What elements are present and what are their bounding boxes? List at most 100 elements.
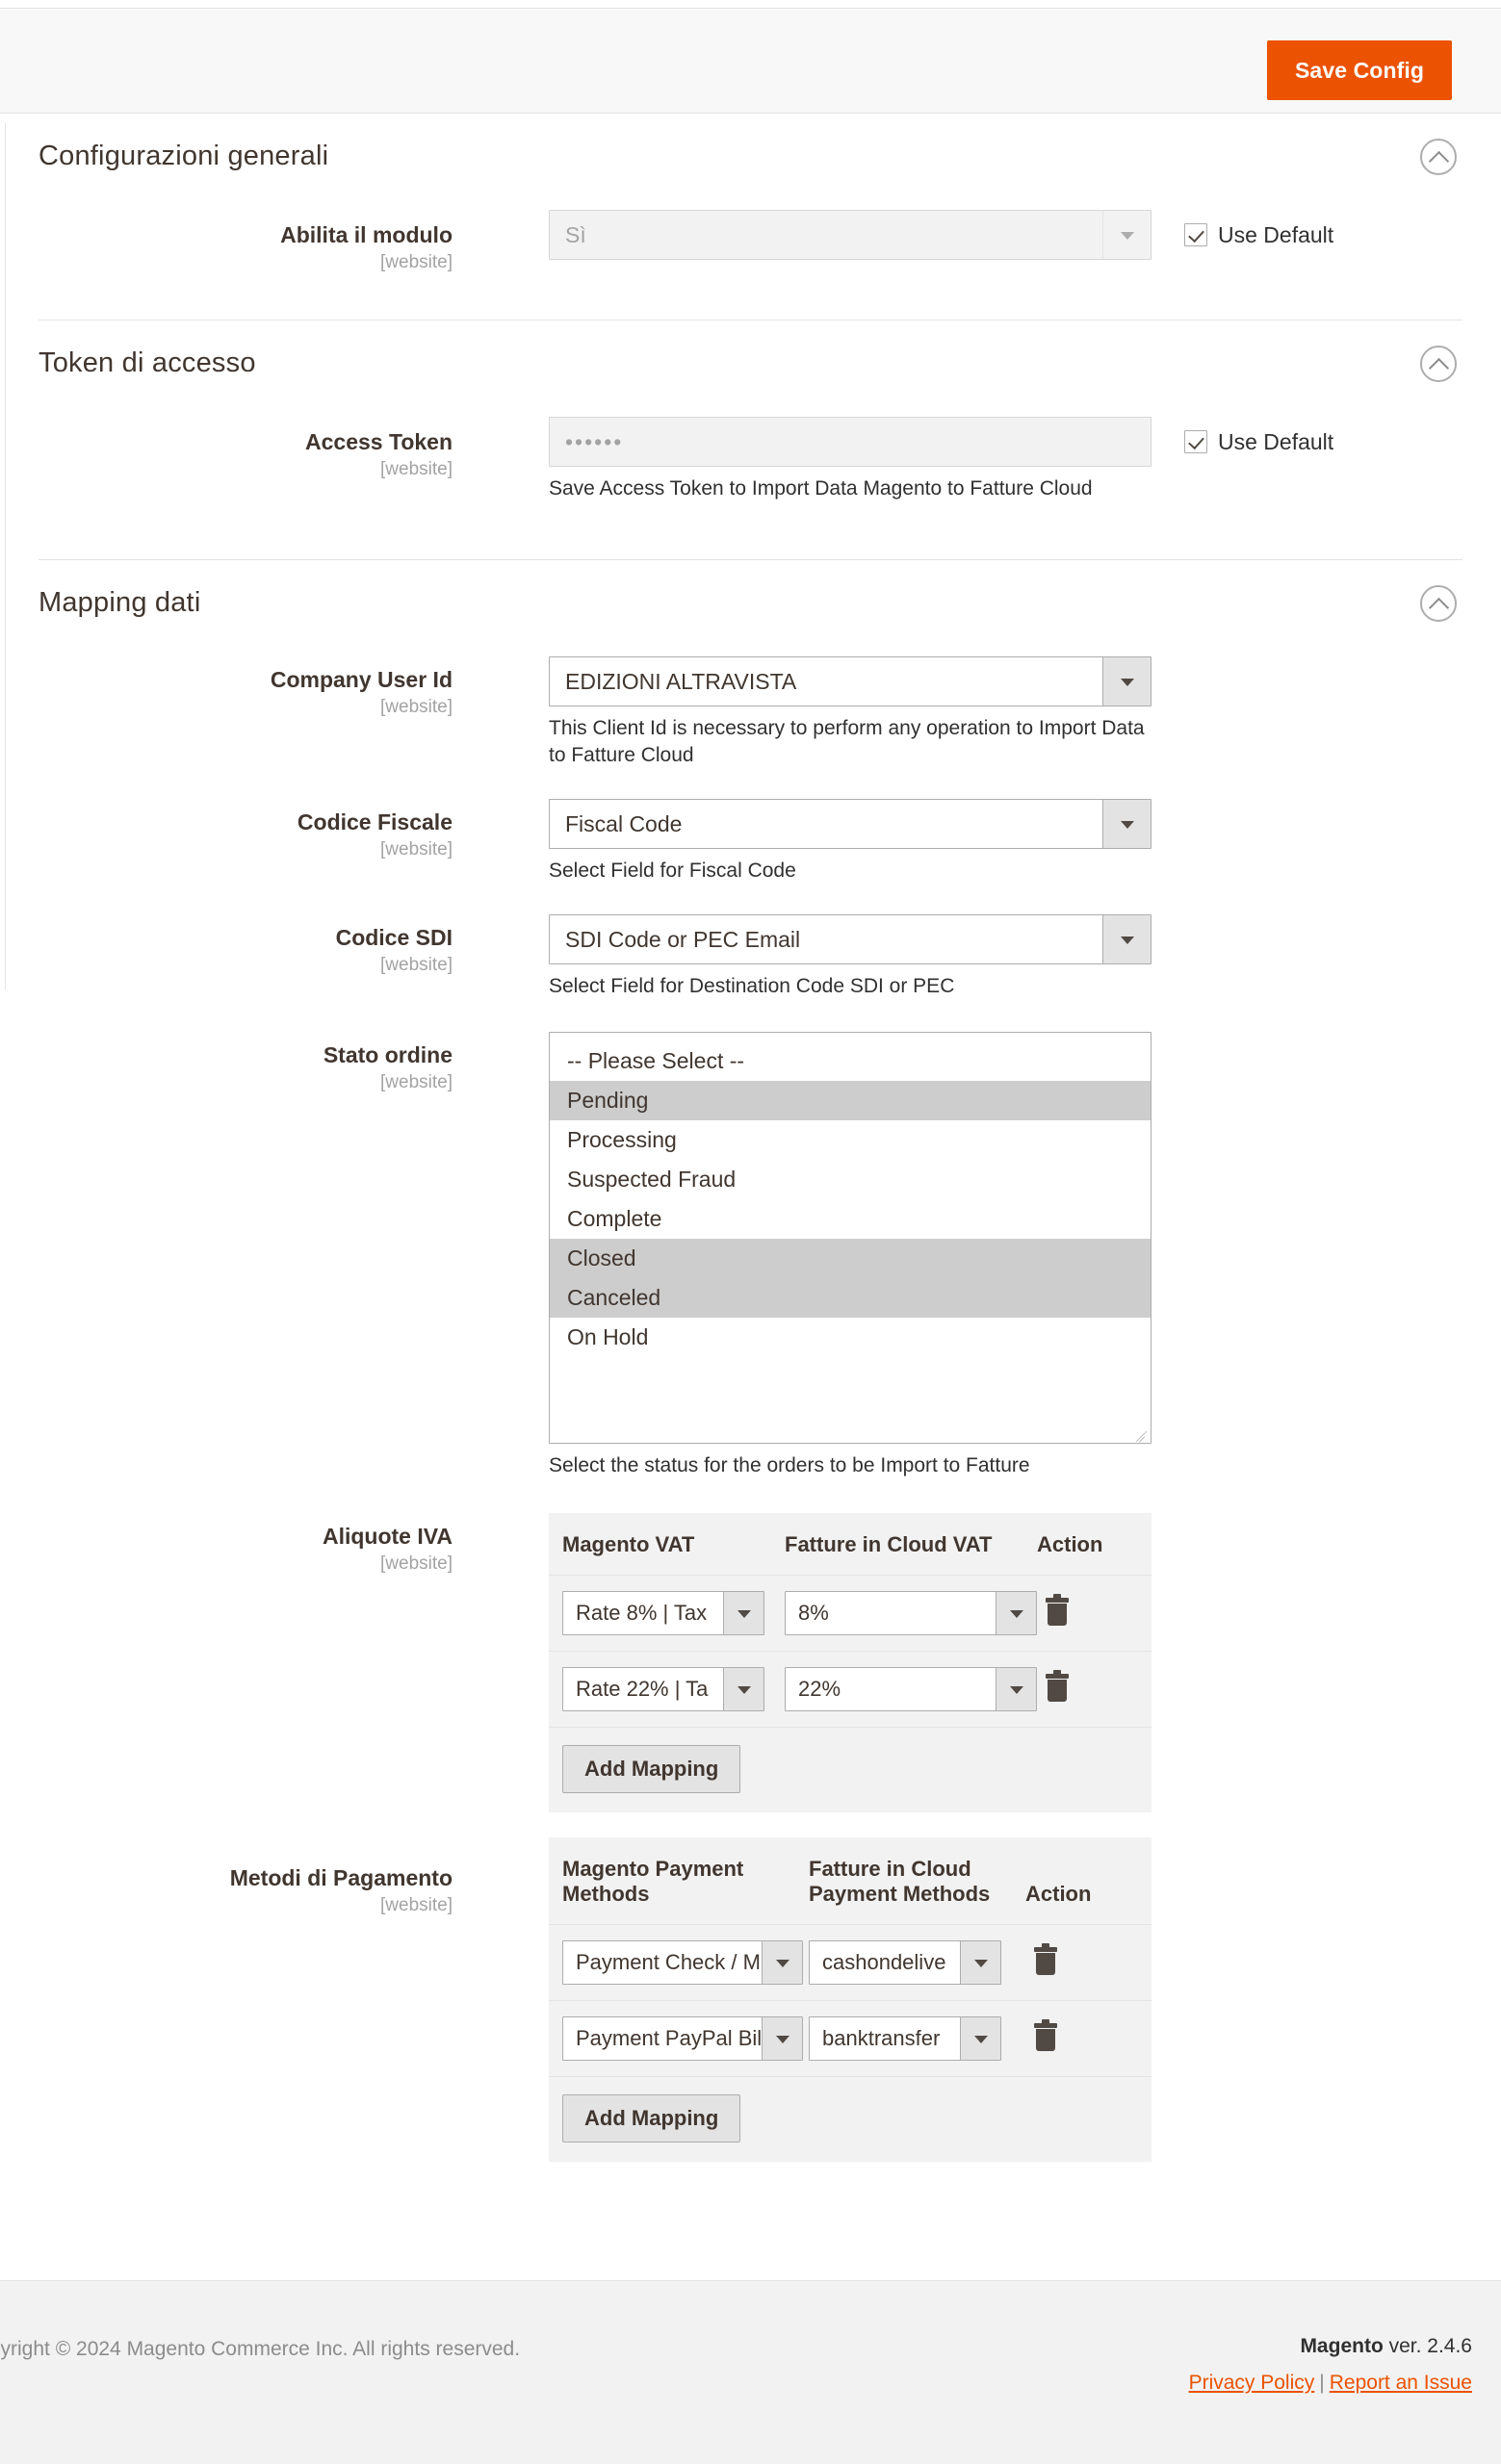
page-footer: Copyright © 2024 Magento Commerce Inc. A… [0, 2280, 1501, 2464]
chevron-down-icon [1102, 800, 1151, 848]
cell-fatture-vat: 8% [785, 1575, 1037, 1652]
vat-mapping-table: Magento VAT Fatture in Cloud VAT Action … [549, 1513, 1152, 1812]
field-label-text: Codice SDI [335, 925, 453, 950]
trash-icon[interactable] [1031, 2019, 1060, 2052]
save-config-button[interactable]: Save Config [1266, 40, 1452, 100]
privacy-policy-link[interactable]: Privacy Policy [1189, 2372, 1315, 2394]
enable-module-select[interactable]: Sì [549, 210, 1152, 260]
magento-version: Magento ver. 2.4.6 [1189, 2335, 1472, 2358]
section-header-mapping-dati[interactable]: Mapping dati [0, 560, 1501, 656]
use-default-toggle-abilita-il-modulo[interactable]: Use Default [1184, 222, 1333, 248]
field-scope: [website] [380, 838, 453, 860]
add-mapping-button-payment[interactable]: Add Mapping [562, 2094, 741, 2143]
cell-action [1025, 1924, 1152, 2001]
company-user-id-select[interactable]: EDIZIONI ALTRAVISTA [549, 656, 1152, 706]
field-label-aliquote-iva: Aliquote IVA [website] [48, 1523, 453, 1576]
enable-module-value: Sì [565, 222, 586, 247]
field-row-access-token: Access Token [website] •••••• Save Acces… [39, 417, 1462, 544]
access-token-input[interactable]: •••••• [549, 417, 1152, 467]
codice-fiscale-select[interactable]: Fiscal Code [549, 799, 1152, 849]
codice-sdi-select[interactable]: SDI Code or PEC Email [549, 914, 1152, 964]
magento-vat-value: Rate 22% | Ta [576, 1677, 709, 1701]
cell-add-mapping: Add Mapping [549, 2076, 1152, 2162]
fatture-vat-value: 22% [798, 1677, 841, 1701]
field-control-codice-sdi: SDI Code or PEC Email Select Field for D… [549, 914, 1152, 1000]
stato-ordine-note: Select the status for the orders to be I… [549, 1454, 1030, 1476]
checkbox-icon[interactable] [1184, 223, 1207, 246]
magento-wordmark: Magento [1300, 2335, 1384, 2357]
column-header-magento-vat: Magento VAT [549, 1513, 785, 1576]
use-default-toggle-access-token[interactable]: Use Default [1184, 429, 1333, 455]
chevron-down-icon [723, 1668, 763, 1710]
chevron-down-icon [1102, 657, 1151, 706]
field-label-text: Metodi di Pagamento [229, 1865, 453, 1890]
field-scope: [website] [380, 954, 453, 975]
list-item[interactable]: Suspected Fraud [550, 1160, 1151, 1199]
field-row-metodi-di-pagamento: Metodi di Pagamento [website] Magento Pa… [39, 1837, 1462, 2182]
fatture-vat-select[interactable]: 8% [785, 1591, 1037, 1635]
magento-payment-select[interactable]: Payment Check / Mor [562, 1940, 803, 1985]
magento-vat-select[interactable]: Rate 22% | Ta [562, 1667, 764, 1711]
fatture-payment-value: banktransfer [822, 2026, 941, 2050]
field-label-metodi-di-pagamento: Metodi di Pagamento [website] [48, 1864, 453, 1917]
chevron-down-icon [960, 1941, 1000, 1984]
cell-action [1037, 1651, 1152, 1728]
fatture-payment-select[interactable]: cashondelive [809, 1940, 1001, 1985]
field-control-metodi-di-pagamento: Magento Payment Methods Fatture in Cloud… [549, 1837, 1152, 2162]
table-row: Rate 22% | Ta 22% [549, 1651, 1152, 1728]
section-title: Mapping dati [39, 587, 201, 618]
trash-icon[interactable] [1031, 1943, 1060, 1976]
cell-magento-payment: Payment Check / Mor [549, 1924, 809, 2001]
trash-icon[interactable] [1043, 1594, 1072, 1627]
company-user-id-value: EDIZIONI ALTRAVISTA [565, 669, 797, 694]
table-row: Payment PayPal Billin banktransfer [549, 2000, 1152, 2077]
chevron-up-circle-icon[interactable] [1420, 346, 1457, 382]
report-an-issue-link[interactable]: Report an Issue [1330, 2372, 1472, 2394]
column-header-magento-payment-methods: Magento Payment Methods [549, 1837, 809, 1925]
chevron-down-icon [762, 2017, 802, 2060]
list-item[interactable]: Closed [550, 1239, 1151, 1278]
magento-payment-select[interactable]: Payment PayPal Billin [562, 2016, 803, 2061]
magento-version-number: ver. 2.4.6 [1383, 2335, 1472, 2357]
field-label-codice-fiscale: Codice Fiscale [website] [48, 808, 453, 861]
field-scope: [website] [380, 458, 453, 479]
column-header-action: Action [1025, 1837, 1152, 1925]
codice-sdi-value: SDI Code or PEC Email [565, 927, 801, 952]
chevron-up-circle-icon[interactable] [1420, 139, 1457, 175]
field-label-text: Abilita il modulo [280, 222, 453, 247]
fatture-vat-select[interactable]: 22% [785, 1667, 1037, 1711]
section-header-token-di-accesso[interactable]: Token di accesso [0, 321, 1501, 417]
checkbox-icon[interactable] [1184, 430, 1207, 453]
field-control-stato-ordine: -- Please Select -- Pending Processing S… [549, 1032, 1152, 1479]
magento-vat-select[interactable]: Rate 8% | Tax [562, 1591, 764, 1635]
fatture-payment-select[interactable]: banktransfer [809, 2016, 1001, 2061]
list-item[interactable]: -- Please Select -- [550, 1041, 1151, 1081]
chevron-down-icon [1102, 211, 1151, 259]
cell-fatture-payment: banktransfer [809, 2000, 1025, 2077]
trash-icon[interactable] [1043, 1670, 1072, 1703]
field-scope: [website] [380, 696, 453, 717]
field-scope: [website] [380, 1894, 453, 1915]
chevron-down-icon [996, 1668, 1036, 1710]
fieldset-configurazioni-generali: Abilita il modulo [website] Sì Use Defau… [0, 210, 1501, 298]
list-item[interactable]: Complete [550, 1199, 1151, 1239]
column-header-fatture-cloud-vat: Fatture in Cloud VAT [785, 1513, 1037, 1576]
list-item[interactable]: Processing [550, 1120, 1151, 1160]
field-label-company-user-id: Company User Id [website] [48, 666, 453, 719]
resize-handle-icon[interactable] [1135, 1427, 1149, 1441]
cell-action [1037, 1575, 1152, 1652]
list-item[interactable]: Canceled [550, 1278, 1151, 1318]
field-control-abilita-il-modulo: Sì [549, 210, 1152, 260]
list-item[interactable]: On Hold [550, 1318, 1151, 1357]
section-header-configurazioni-generali[interactable]: Configurazioni generali [0, 114, 1501, 210]
table-header-row: Magento Payment Methods Fatture in Cloud… [549, 1837, 1152, 1925]
payment-mapping-table: Magento Payment Methods Fatture in Cloud… [549, 1837, 1152, 2162]
field-label-stato-ordine: Stato ordine [website] [48, 1041, 453, 1094]
field-row-aliquote-iva: Aliquote IVA [website] Magento VAT Fattu… [39, 1513, 1462, 1837]
codice-fiscale-note: Select Field for Fiscal Code [549, 860, 796, 882]
chevron-up-circle-icon[interactable] [1420, 585, 1457, 622]
list-item[interactable]: Pending [550, 1081, 1151, 1120]
stato-ordine-multiselect[interactable]: -- Please Select -- Pending Processing S… [549, 1032, 1152, 1444]
add-mapping-button-vat[interactable]: Add Mapping [562, 1745, 741, 1793]
field-control-codice-fiscale: Fiscal Code Select Field for Fiscal Code [549, 799, 1152, 885]
